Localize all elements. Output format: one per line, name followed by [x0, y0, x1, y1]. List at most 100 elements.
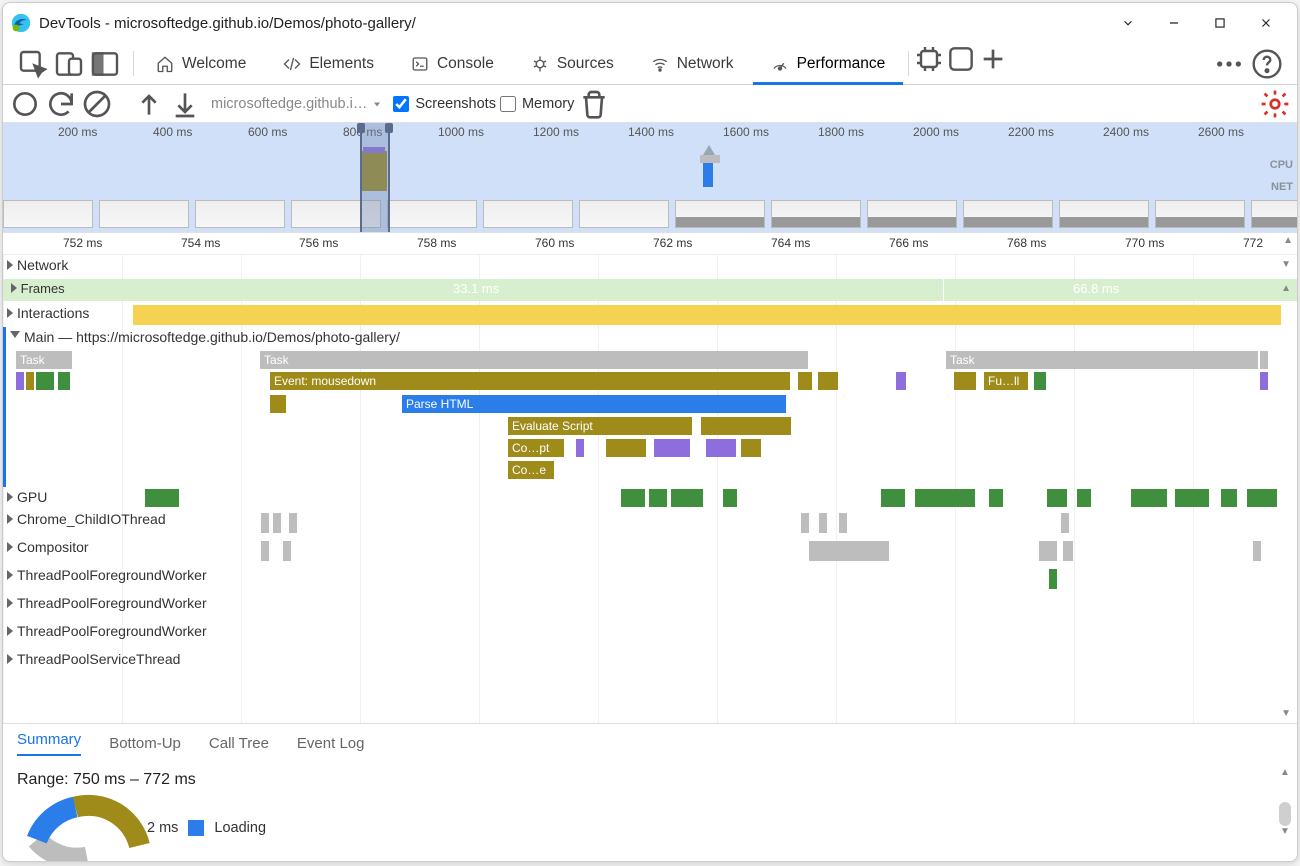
track-threadpool-fg-1[interactable]: ThreadPoolForegroundWorker: [3, 565, 1297, 593]
tab-call-tree[interactable]: Call Tree: [209, 735, 269, 752]
upload-icon[interactable]: [133, 88, 165, 120]
track-label: Compositor: [17, 539, 89, 555]
help-icon[interactable]: [1251, 48, 1283, 80]
download-icon[interactable]: [169, 88, 201, 120]
track-compositor[interactable]: Compositor: [3, 537, 1297, 565]
expand-icon[interactable]: [7, 492, 13, 502]
expand-icon[interactable]: [7, 514, 13, 524]
track-gpu[interactable]: GPU: [3, 487, 1297, 509]
expand-icon[interactable]: [7, 626, 13, 636]
legend-label: Loading: [214, 820, 266, 836]
scroll-up-arrow[interactable]: ▲: [1283, 235, 1293, 246]
compile-block[interactable]: Co…pt: [508, 439, 564, 457]
dock-side-icon[interactable]: [89, 48, 121, 80]
screenshot-thumbnails: [3, 200, 1277, 230]
tab-performance[interactable]: Performance: [753, 43, 905, 84]
compile-block[interactable]: Co…e: [508, 461, 554, 479]
task-block[interactable]: Task: [16, 351, 72, 369]
dropdown-triangle-icon: [371, 98, 383, 110]
tab-sources[interactable]: Sources: [513, 43, 633, 84]
track-child-io[interactable]: Chrome_ChildIOThread: [3, 509, 1297, 537]
expand-icon[interactable]: [7, 598, 13, 608]
tab-summary[interactable]: Summary: [17, 731, 81, 756]
track-threadpool-fg-2[interactable]: ThreadPoolForegroundWorker: [3, 593, 1297, 621]
device-toggle-icon[interactable]: [53, 48, 85, 80]
expand-icon[interactable]: [7, 542, 13, 552]
parse-html[interactable]: Parse HTML: [402, 395, 786, 413]
add-tab-button[interactable]: [977, 43, 1009, 75]
scroll-down-arrow[interactable]: ▼: [1281, 708, 1291, 719]
task-block[interactable]: Task: [260, 351, 808, 369]
screenshots-checkbox[interactable]: Screenshots: [393, 96, 496, 112]
home-icon: [156, 55, 174, 73]
settings-gear-icon[interactable]: [1259, 88, 1291, 120]
expand-icon[interactable]: [7, 308, 13, 318]
overview-minimap[interactable]: 200 ms 400 ms 600 ms 800 ms 1000 ms 1200…: [3, 123, 1297, 233]
overview-range-handle[interactable]: [360, 123, 390, 232]
scroll-down-arrow[interactable]: ▼: [1281, 259, 1291, 270]
expand-icon[interactable]: [11, 283, 17, 293]
track-label: ThreadPoolForegroundWorker: [17, 595, 207, 611]
target-label: microsoftedge.github.i…: [211, 96, 367, 112]
main-tabstrip: Welcome Elements Console Sources Network…: [3, 43, 1297, 85]
panel-icon[interactable]: [945, 43, 977, 75]
track-label: Network: [17, 257, 68, 273]
scroll-up-arrow[interactable]: ▲: [1281, 283, 1291, 294]
memory-checkbox[interactable]: Memory: [500, 96, 574, 112]
tab-label: Console: [437, 55, 494, 73]
expand-icon[interactable]: [7, 260, 13, 270]
track-label: ThreadPoolServiceThread: [17, 651, 180, 667]
gauge-icon: [771, 55, 789, 73]
checkbox-label: Memory: [522, 96, 574, 112]
track-threadpool-fg-3[interactable]: ThreadPoolForegroundWorker: [3, 621, 1297, 649]
track-label: Chrome_ChildIOThread: [17, 511, 166, 527]
memory-chip-icon[interactable]: [913, 43, 945, 75]
track-label: GPU: [17, 489, 47, 505]
expand-icon[interactable]: [7, 654, 13, 664]
console-icon: [411, 55, 429, 73]
collapse-icon[interactable]: [10, 331, 20, 343]
task-block[interactable]: Task: [946, 351, 1258, 369]
inspect-icon[interactable]: [17, 48, 49, 80]
trash-icon[interactable]: [578, 88, 610, 120]
reload-record-button[interactable]: [45, 88, 77, 120]
frame-duration: 66.8 ms: [1073, 281, 1119, 296]
range-label: Range: 750 ms – 772 ms: [17, 771, 1283, 789]
minimize-button[interactable]: [1151, 7, 1197, 39]
tab-label: Welcome: [182, 55, 246, 73]
record-button[interactable]: [9, 88, 41, 120]
legend-row: 2 ms Loading: [147, 820, 266, 836]
cpu-strip: [3, 145, 1298, 195]
tab-console[interactable]: Console: [393, 43, 513, 84]
tab-event-log[interactable]: Event Log: [297, 735, 365, 752]
track-main[interactable]: Main — https://microsoftedge.github.io/D…: [3, 327, 1297, 487]
maximize-button[interactable]: [1197, 7, 1243, 39]
more-icon[interactable]: [1213, 48, 1245, 80]
tab-network[interactable]: Network: [633, 43, 753, 84]
target-selector[interactable]: microsoftedge.github.i…: [205, 96, 389, 112]
summary-scrollbar[interactable]: ▲ ▼: [1279, 767, 1291, 847]
function-call[interactable]: Fu…ll: [984, 372, 1028, 390]
edge-devtools-icon: [11, 13, 31, 33]
track-frames[interactable]: Frames 33.1 ms 66.8 ms ▲: [3, 279, 1297, 303]
track-interactions[interactable]: Interactions: [3, 303, 1297, 327]
expand-icon[interactable]: [7, 570, 13, 580]
legend-swatch: [188, 820, 204, 836]
close-button[interactable]: [1243, 7, 1289, 39]
clear-button[interactable]: [81, 88, 113, 120]
evaluate-script[interactable]: Evaluate Script: [508, 417, 692, 435]
tab-label: Sources: [557, 55, 614, 73]
tab-welcome[interactable]: Welcome: [138, 43, 265, 84]
wifi-icon: [651, 55, 669, 73]
code-icon: [283, 55, 301, 73]
summary-pane: Range: 750 ms – 772 ms 2 ms Loading ▲ ▼: [3, 763, 1297, 861]
track-network[interactable]: Network ▼: [3, 255, 1297, 279]
tab-bottom-up[interactable]: Bottom-Up: [109, 735, 181, 752]
flame-tracks[interactable]: Network ▼ Frames 33.1 ms 66.8 ms ▲ Inter…: [3, 255, 1297, 723]
event-mousedown[interactable]: Event: mousedown: [270, 372, 790, 390]
chevron-down-icon[interactable]: [1105, 7, 1151, 39]
bug-icon: [531, 55, 549, 73]
tab-elements[interactable]: Elements: [265, 43, 393, 84]
track-threadpool-service[interactable]: ThreadPoolServiceThread: [3, 649, 1297, 677]
summary-pie: [17, 793, 117, 853]
